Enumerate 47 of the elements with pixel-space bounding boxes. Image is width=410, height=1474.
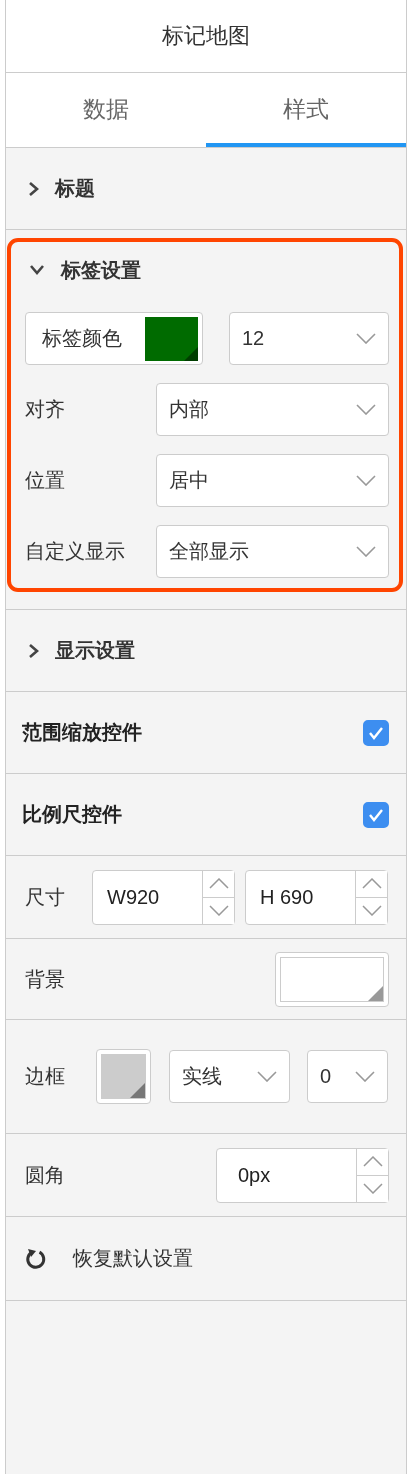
section-title: 标题 bbox=[55, 176, 95, 201]
chevron-up-icon bbox=[361, 878, 382, 889]
field-label: 圆角 bbox=[25, 1162, 65, 1188]
checkmark-icon bbox=[368, 725, 384, 740]
number-field[interactable]: W920 bbox=[92, 869, 235, 925]
checkbox[interactable] bbox=[363, 719, 389, 746]
field-label: 边框 bbox=[25, 1064, 66, 1089]
decrement-button[interactable] bbox=[356, 896, 387, 924]
dropdown[interactable]: 0 bbox=[307, 1050, 388, 1103]
caret-down-icon bbox=[356, 333, 376, 344]
caret-down-icon bbox=[356, 475, 376, 486]
number-field[interactable]: 0px bbox=[216, 1147, 389, 1203]
checkbox[interactable] bbox=[363, 801, 389, 828]
field-label: 位置 bbox=[25, 468, 66, 493]
chevron-up-icon bbox=[208, 878, 229, 889]
section-title: 标签设置 bbox=[61, 257, 141, 283]
dropdown[interactable]: 全部显示 bbox=[156, 525, 389, 578]
caret-down-icon bbox=[356, 404, 376, 415]
caret-down-icon bbox=[356, 546, 376, 557]
field-label: 自定义显示 bbox=[25, 539, 126, 564]
checkmark-icon bbox=[368, 807, 384, 822]
decrement-button[interactable] bbox=[357, 1174, 388, 1202]
chevron-down-icon bbox=[361, 905, 382, 916]
dropdown[interactable]: 12 bbox=[229, 312, 389, 365]
chevron-up-icon bbox=[362, 1156, 383, 1167]
chevron-down-icon bbox=[208, 905, 229, 916]
number-field[interactable]: H 690 bbox=[245, 869, 388, 925]
dropdown[interactable]: 实线 bbox=[169, 1050, 290, 1103]
field-label: 尺寸 bbox=[25, 884, 66, 910]
option-label: 比例尺控件 bbox=[22, 802, 122, 827]
dropdown[interactable]: 居中 bbox=[156, 454, 389, 507]
panel-title: 标记地图 bbox=[6, 0, 406, 73]
corner-triangle-icon bbox=[130, 1083, 145, 1098]
caret-down-icon bbox=[257, 1071, 277, 1082]
corner-triangle-icon bbox=[368, 985, 383, 1001]
color-button[interactable]: 标签颜色 bbox=[25, 312, 203, 365]
dropdown[interactable]: 内部 bbox=[156, 383, 389, 436]
chevron-down-icon bbox=[362, 1183, 383, 1194]
field-label: 对齐 bbox=[25, 397, 66, 422]
field-label: 背景 bbox=[25, 966, 65, 992]
reset-button[interactable]: 恢复默认设置 bbox=[25, 1245, 193, 1272]
reset-icon bbox=[25, 1247, 47, 1270]
corner-triangle-icon bbox=[184, 346, 198, 361]
decrement-button[interactable] bbox=[203, 896, 234, 924]
option-label: 范围缩放控件 bbox=[22, 720, 142, 745]
caret-down-icon bbox=[355, 1071, 375, 1082]
section-title: 显示设置 bbox=[55, 638, 135, 663]
